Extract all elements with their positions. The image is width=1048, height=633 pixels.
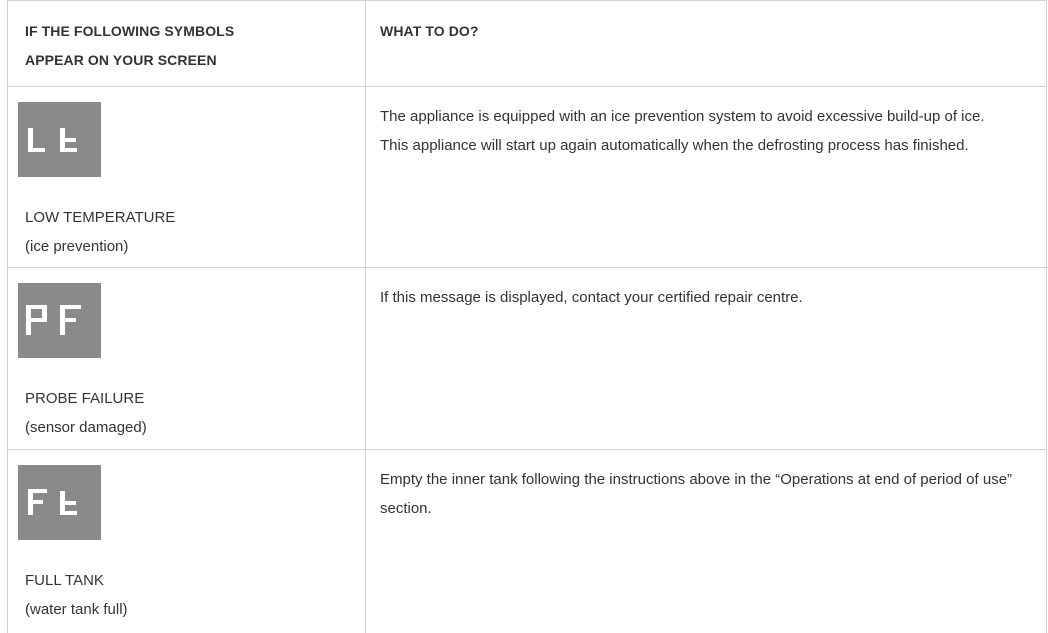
instruction-text: Empty the inner tank following the instr… xyxy=(380,465,1020,523)
table-row: PROBE FAILURE (sensor damaged) If this m… xyxy=(7,268,1047,450)
symbol-cell: LOW TEMPERATURE (ice prevention) xyxy=(8,87,366,267)
instruction-cell: Empty the inner tank following the instr… xyxy=(366,450,1046,633)
instruction-cell: The appliance is equipped with an ice pr… xyxy=(366,87,1046,267)
header-cell-what-to-do: WHAT TO DO? xyxy=(366,1,1046,86)
symbol-name: FULL TANK xyxy=(25,572,104,589)
table-row: FULL TANK (water tank full) Empty the in… xyxy=(7,450,1047,633)
instruction-text: The appliance is equipped with an ice pr… xyxy=(380,102,1020,160)
instruction-text: If this message is displayed, contact yo… xyxy=(380,283,1020,312)
symbol-label: PROBE FAILURE (sensor damaged) xyxy=(25,384,147,442)
lcd-lt-icon xyxy=(18,102,101,177)
symbol-cell: PROBE FAILURE (sensor damaged) xyxy=(8,268,366,449)
instruction-paragraph: Empty the inner tank following the instr… xyxy=(380,471,1013,517)
symbols-table: IF THE FOLLOWING SYMBOLS APPEAR ON YOUR … xyxy=(7,0,1047,633)
symbol-label: LOW TEMPERATURE (ice prevention) xyxy=(25,203,175,261)
instruction-paragraph: The appliance is equipped with an ice pr… xyxy=(380,108,985,125)
instruction-paragraph: This appliance will start up again autom… xyxy=(380,137,969,154)
symbol-subtitle: (sensor damaged) xyxy=(25,419,147,436)
table-row: LOW TEMPERATURE (ice prevention) The app… xyxy=(7,87,1047,268)
symbol-cell: FULL TANK (water tank full) xyxy=(8,450,366,633)
header-symbols-line-1: IF THE FOLLOWING SYMBOLS xyxy=(25,23,235,39)
symbol-name: LOW TEMPERATURE xyxy=(25,209,176,226)
header-what-to-do-text: WHAT TO DO? xyxy=(380,23,479,39)
instruction-paragraph: If this message is displayed, contact yo… xyxy=(380,289,803,306)
header-symbols-text: IF THE FOLLOWING SYMBOLS APPEAR ON YOUR … xyxy=(25,17,355,75)
header-cell-symbols: IF THE FOLLOWING SYMBOLS APPEAR ON YOUR … xyxy=(8,1,366,86)
table-header-row: IF THE FOLLOWING SYMBOLS APPEAR ON YOUR … xyxy=(7,0,1047,87)
header-symbols-line-2: APPEAR ON YOUR SCREEN xyxy=(25,52,217,68)
symbol-subtitle: (water tank full) xyxy=(25,601,128,618)
symbol-subtitle: (ice prevention) xyxy=(25,238,129,255)
lcd-pf-icon xyxy=(18,283,101,358)
instruction-cell: If this message is displayed, contact yo… xyxy=(366,268,1046,449)
symbol-label: FULL TANK (water tank full) xyxy=(25,566,128,624)
lcd-ft-icon xyxy=(18,465,101,540)
symbol-name: PROBE FAILURE xyxy=(25,390,145,407)
